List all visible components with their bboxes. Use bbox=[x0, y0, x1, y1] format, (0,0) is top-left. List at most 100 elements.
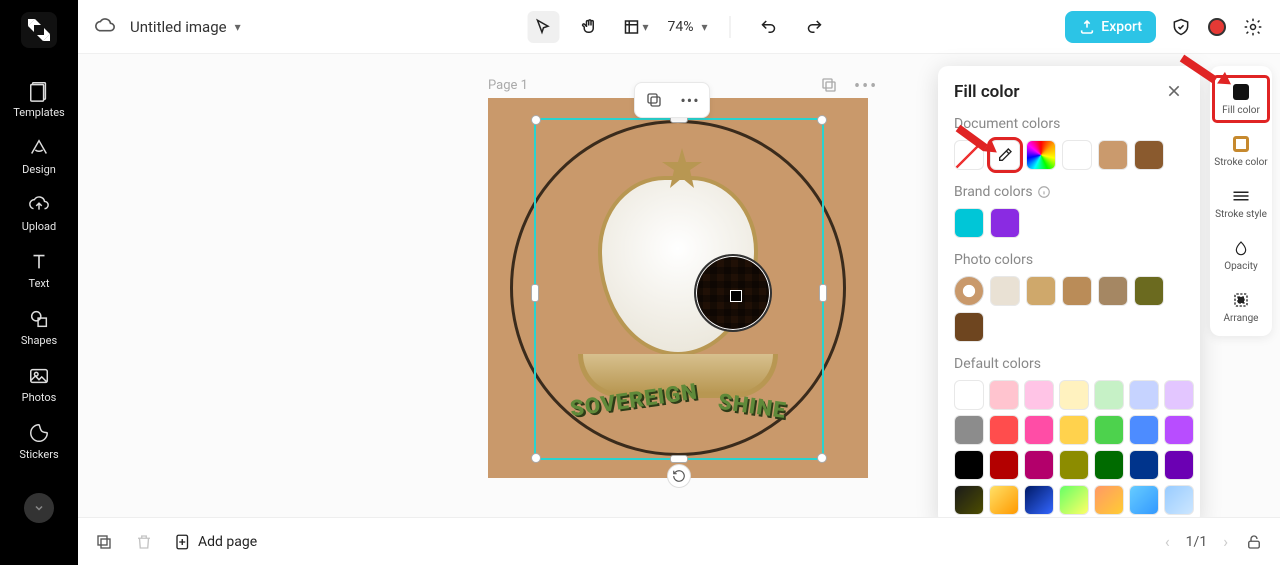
upload-icon bbox=[28, 194, 50, 216]
photo-thumb-swatch[interactable] bbox=[954, 276, 984, 306]
color-swatch[interactable] bbox=[1024, 380, 1054, 410]
rotate-handle[interactable] bbox=[667, 464, 691, 488]
resize-handle-br[interactable] bbox=[817, 453, 827, 463]
color-swatch[interactable] bbox=[1059, 450, 1089, 480]
rail-item-arrange[interactable]: Arrange bbox=[1213, 284, 1269, 330]
zoom-control[interactable]: 74%▾ bbox=[667, 19, 707, 35]
gradient-swatch[interactable] bbox=[1024, 485, 1054, 515]
undo-button[interactable] bbox=[753, 11, 785, 43]
sidebar-item-upload[interactable]: Upload bbox=[0, 184, 78, 241]
sidebar-item-stickers[interactable]: Stickers bbox=[0, 412, 78, 469]
color-swatch[interactable] bbox=[1134, 276, 1164, 306]
resize-handle-mr[interactable] bbox=[819, 284, 827, 302]
gradient-swatch[interactable] bbox=[1059, 485, 1089, 515]
trash-icon[interactable] bbox=[134, 532, 154, 552]
zoom-value: 74% bbox=[667, 19, 693, 35]
copy-icon[interactable] bbox=[643, 89, 665, 111]
sidebar-item-shapes[interactable]: Shapes bbox=[0, 298, 78, 355]
resize-handle-tr[interactable] bbox=[817, 115, 827, 125]
sidebar-item-label: Text bbox=[29, 277, 50, 290]
right-rail: Fill color Stroke color Stroke style Opa… bbox=[1210, 66, 1272, 336]
color-swatch[interactable] bbox=[1024, 415, 1054, 445]
resize-handle-bl[interactable] bbox=[531, 453, 541, 463]
color-swatch[interactable] bbox=[954, 380, 984, 410]
color-swatch[interactable] bbox=[1062, 276, 1092, 306]
color-swatch[interactable] bbox=[989, 415, 1019, 445]
color-picker-swatch[interactable] bbox=[1026, 140, 1056, 170]
record-icon[interactable] bbox=[1206, 16, 1228, 38]
color-swatch[interactable] bbox=[1098, 276, 1128, 306]
redo-button[interactable] bbox=[799, 11, 831, 43]
color-swatch[interactable] bbox=[1098, 140, 1128, 170]
pages-icon[interactable] bbox=[94, 532, 114, 552]
select-tool-button[interactable] bbox=[527, 11, 559, 43]
gradient-swatch[interactable] bbox=[989, 485, 1019, 515]
sidebar-item-label: Stickers bbox=[19, 448, 58, 461]
info-icon[interactable] bbox=[1037, 185, 1051, 199]
sidebar-more-button[interactable] bbox=[24, 493, 54, 523]
color-swatch[interactable] bbox=[954, 208, 984, 238]
color-swatch[interactable] bbox=[989, 380, 1019, 410]
color-swatch[interactable] bbox=[954, 312, 984, 342]
shapes-icon bbox=[28, 308, 50, 330]
export-label: Export bbox=[1101, 19, 1142, 35]
settings-icon[interactable] bbox=[1242, 16, 1264, 38]
color-swatch[interactable] bbox=[1094, 380, 1124, 410]
hand-tool-button[interactable] bbox=[573, 11, 605, 43]
sidebar-item-photos[interactable]: Photos bbox=[0, 355, 78, 412]
resize-handle-tl[interactable] bbox=[531, 115, 541, 125]
brand-colors-label: Brand colors bbox=[954, 184, 1184, 200]
rail-item-stroke-style[interactable]: Stroke style bbox=[1213, 180, 1269, 226]
page-more-icon[interactable]: ••• bbox=[854, 76, 878, 97]
next-page-button[interactable]: › bbox=[1223, 532, 1228, 551]
cloud-sync-icon[interactable] bbox=[94, 16, 116, 38]
resize-handle-ml[interactable] bbox=[531, 284, 539, 302]
shield-icon[interactable] bbox=[1170, 16, 1192, 38]
document-title[interactable]: Untitled image bbox=[130, 18, 227, 36]
color-swatch[interactable] bbox=[1164, 380, 1194, 410]
gradient-swatch[interactable] bbox=[1094, 485, 1124, 515]
chevron-down-icon[interactable]: ▾ bbox=[235, 20, 241, 34]
color-swatch[interactable] bbox=[1024, 450, 1054, 480]
color-swatch[interactable] bbox=[1129, 380, 1159, 410]
rail-item-opacity[interactable]: Opacity bbox=[1213, 232, 1269, 278]
color-swatch[interactable] bbox=[1094, 415, 1124, 445]
crop-tool-button[interactable]: ▾ bbox=[619, 11, 651, 43]
stickers-icon bbox=[28, 422, 50, 444]
color-swatch[interactable] bbox=[989, 450, 1019, 480]
color-swatch[interactable] bbox=[1059, 380, 1089, 410]
stroke-style-icon bbox=[1231, 186, 1251, 206]
sidebar-item-templates[interactable]: Templates bbox=[0, 70, 78, 127]
color-swatch[interactable] bbox=[990, 276, 1020, 306]
add-page-button[interactable]: Add page bbox=[174, 533, 257, 551]
add-page-label: Add page bbox=[198, 534, 257, 550]
color-swatch[interactable] bbox=[954, 415, 984, 445]
color-swatch[interactable] bbox=[990, 208, 1020, 238]
sidebar-item-design[interactable]: Design bbox=[0, 127, 78, 184]
rail-item-stroke-color[interactable]: Stroke color bbox=[1213, 128, 1269, 174]
color-swatch[interactable] bbox=[954, 450, 984, 480]
resize-handle-mb[interactable] bbox=[670, 455, 688, 463]
color-swatch[interactable] bbox=[1129, 415, 1159, 445]
top-bar: Untitled image ▾ ▾ 74%▾ Export bbox=[78, 0, 1280, 54]
duplicate-page-icon[interactable] bbox=[820, 76, 838, 97]
color-swatch[interactable] bbox=[1164, 415, 1194, 445]
color-swatch[interactable] bbox=[1094, 450, 1124, 480]
color-swatch[interactable] bbox=[1129, 450, 1159, 480]
rail-item-label: Stroke color bbox=[1214, 157, 1267, 168]
color-swatch[interactable] bbox=[1062, 140, 1092, 170]
selection-box[interactable] bbox=[534, 118, 824, 460]
more-icon[interactable]: ••• bbox=[679, 89, 701, 111]
color-swatch[interactable] bbox=[1059, 415, 1089, 445]
sidebar-item-text[interactable]: Text bbox=[0, 241, 78, 298]
gradient-swatch[interactable] bbox=[1164, 485, 1194, 515]
prev-page-button[interactable]: ‹ bbox=[1165, 532, 1170, 551]
color-swatch[interactable] bbox=[1134, 140, 1164, 170]
color-swatch[interactable] bbox=[1164, 450, 1194, 480]
color-swatch[interactable] bbox=[1026, 276, 1056, 306]
lock-icon[interactable] bbox=[1244, 532, 1264, 552]
gradient-swatch[interactable] bbox=[1129, 485, 1159, 515]
gradient-swatch[interactable] bbox=[954, 485, 984, 515]
app-logo[interactable] bbox=[21, 12, 57, 48]
export-button[interactable]: Export bbox=[1065, 11, 1156, 43]
